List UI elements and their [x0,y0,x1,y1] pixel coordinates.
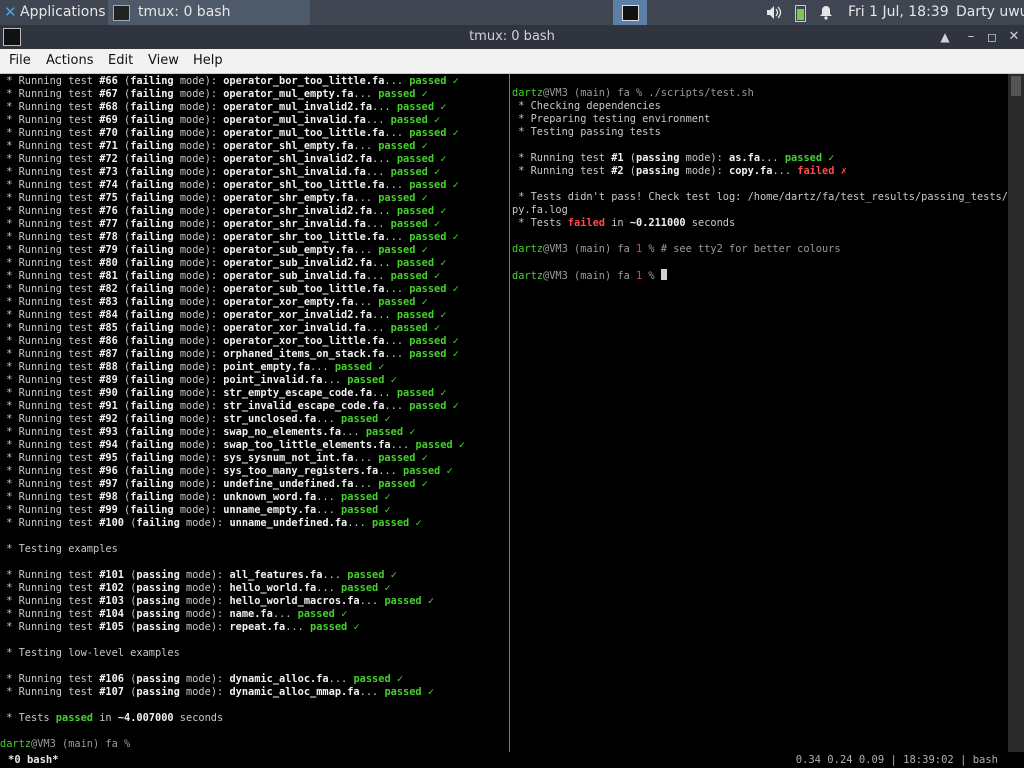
terminal-line: * Running test #90 (failing mode): str_e… [0,387,447,399]
terminal-line: * Running test #104 (passing mode): name… [0,608,348,620]
volume-icon[interactable] [765,0,783,25]
terminal-line: py.fa.log [512,204,568,216]
menu-view[interactable]: View [148,49,179,73]
pane-divider [509,74,510,752]
terminal-line: * Running test #67 (failing mode): opera… [0,88,428,100]
menu-edit[interactable]: Edit [108,49,133,73]
terminal-icon [622,5,639,21]
terminal-line: * Running test #86 (failing mode): opera… [0,335,459,347]
terminal-line: * Running test #98 (failing mode): unkno… [0,491,391,503]
terminal-line: * Running test #68 (failing mode): opera… [0,101,447,113]
terminal-line: * Running test #91 (failing mode): str_i… [0,400,459,412]
terminal-line: * Running test #96 (failing mode): sys_t… [0,465,453,477]
taskbar-item-terminal[interactable]: tmux: 0 bash [108,0,310,25]
terminal-line: * Running test #70 (failing mode): opera… [0,127,459,139]
minimize-button[interactable]: – [962,25,980,49]
terminal-line: * Testing examples [0,543,118,555]
terminal-line: * Running test #78 (failing mode): opera… [0,231,459,243]
notification-bell-icon[interactable] [817,0,835,25]
terminal-line: dartz@VM3 (main) fa 1 % # see tty2 for b… [512,243,841,255]
terminal-area[interactable]: * Running test #66 (failing mode): opera… [0,74,1024,768]
menu-bar: File Actions Edit View Help [0,49,1024,74]
terminal-line: * Running test #87 (failing mode): orpha… [0,348,459,360]
user-menu[interactable]: Darty uwu [956,0,1024,25]
menu-actions[interactable]: Actions [46,49,94,73]
xfce-logo-icon: ✕ [4,3,17,21]
terminal-line: * Running test #89 (failing mode): point… [0,374,397,386]
terminal-line: * Running test #74 (failing mode): opera… [0,179,459,191]
terminal-line: * Running test #71 (failing mode): opera… [0,140,428,152]
top-panel: ✕ Applications tmux: 0 bash Fri 1 Jul, 1… [0,0,1024,25]
terminal-line: * Checking dependencies [512,100,661,112]
taskbar-item-label: tmux: 0 bash [138,4,231,20]
terminal-line: * Running test #97 (failing mode): undef… [0,478,428,490]
terminal-line: * Running test #75 (failing mode): opera… [0,192,428,204]
terminal-line: * Running test #72 (failing mode): opera… [0,153,447,165]
terminal-line: * Tests didn't pass! Check test log: /ho… [512,191,1008,203]
menu-file[interactable]: File [9,49,31,73]
terminal-line: * Running test #2 (passing mode): copy.f… [512,165,847,177]
terminal-line: * Running test #76 (failing mode): opera… [0,205,447,217]
terminal-line: * Running test #103 (passing mode): hell… [0,595,435,607]
scrollbar[interactable] [1008,74,1024,752]
tmux-window-list[interactable]: *0 bash* [8,752,59,768]
terminal-line: * Running test #100 (failing mode): unna… [0,517,422,529]
terminal-line: * Tests passed in ~4.007000 seconds [0,712,224,724]
tmux-pane-left[interactable]: * Running test #66 (failing mode): opera… [0,74,508,752]
tmux-status-bar: *0 bash* 0.34 0.24 0.09 | 18:39:02 | bas… [0,752,1024,768]
shade-button[interactable]: ▲ [936,25,954,49]
terminal-line: * Running test #102 (passing mode): hell… [0,582,391,594]
text-cursor [660,269,667,280]
terminal-line: * Running test #92 (failing mode): str_u… [0,413,391,425]
terminal-line: * Tests failed in ~0.211000 seconds [512,217,736,229]
window-titlebar[interactable]: tmux: 0 bash ▲ – ◻ ✕ [0,25,1024,49]
terminal-line: * Running test #84 (failing mode): opera… [0,309,447,321]
tmux-status-right: 0.34 0.24 0.09 | 18:39:02 | bash [795,754,998,766]
menu-help[interactable]: Help [193,49,223,73]
terminal-line: * Running test #105 (passing mode): repe… [0,621,360,633]
terminal-line: * Testing passing tests [512,126,661,138]
terminal-line: * Preparing testing environment [512,113,711,125]
terminal-line: * Running test #95 (failing mode): sys_s… [0,452,428,464]
workspace-switcher[interactable] [613,0,647,25]
terminal-line: * Running test #99 (failing mode): unnam… [0,504,391,516]
applications-menu-button[interactable]: ✕ Applications [0,0,106,25]
maximize-button[interactable]: ◻ [985,25,999,49]
terminal-line: * Running test #80 (failing mode): opera… [0,257,447,269]
terminal-line: * Testing low-level examples [0,647,180,659]
scrollbar-thumb[interactable] [1011,76,1021,96]
terminal-line: * Running test #77 (failing mode): opera… [0,218,441,230]
terminal-line: * Running test #79 (failing mode): opera… [0,244,428,256]
terminal-line: dartz@VM3 (main) fa % ./scripts/test.sh [512,87,754,99]
applications-label: Applications [20,4,106,20]
terminal-line: dartz@VM3 (main) fa % [0,738,131,750]
battery-icon[interactable] [791,0,809,25]
window-title: tmux: 0 bash [469,29,555,44]
terminal-icon [113,5,130,21]
terminal-line: * Running test #82 (failing mode): opera… [0,283,459,295]
terminal-line: * Running test #93 (failing mode): swap_… [0,426,416,438]
terminal-line: * Running test #85 (failing mode): opera… [0,322,441,334]
terminal-line: * Running test #83 (failing mode): opera… [0,296,428,308]
terminal-line: * Running test #107 (passing mode): dyna… [0,686,435,698]
tmux-pane-right[interactable]: dartz@VM3 (main) fa % ./scripts/test.sh … [512,74,1008,752]
terminal-line: * Running test #106 (passing mode): dyna… [0,673,404,685]
terminal-line: * Running test #94 (failing mode): swap_… [0,439,466,451]
close-button[interactable]: ✕ [1007,25,1021,49]
terminal-line: * Running test #101 (passing mode): all_… [0,569,397,581]
terminal-line: * Running test #73 (failing mode): opera… [0,166,441,178]
prompt-user: dartz [512,87,543,99]
clock[interactable]: Fri 1 Jul, 18:39 [848,0,949,25]
terminal-line: * Running test #69 (failing mode): opera… [0,114,441,126]
terminal-line: * Running test #66 (failing mode): opera… [0,75,459,87]
terminal-line: * Running test #1 (passing mode): as.fa.… [512,152,835,164]
terminal-line: * Running test #81 (failing mode): opera… [0,270,441,282]
terminal-line: dartz@VM3 (main) fa 1 % [512,269,667,282]
terminal-line: * Running test #88 (failing mode): point… [0,361,385,373]
